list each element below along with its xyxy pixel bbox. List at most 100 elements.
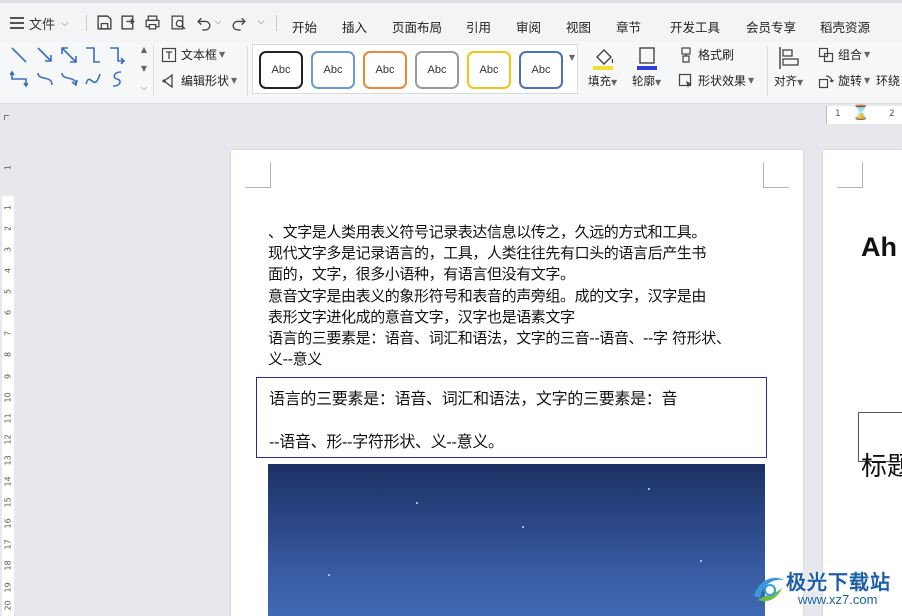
curved-connector-icon[interactable] bbox=[36, 70, 54, 88]
print-icon[interactable] bbox=[142, 12, 162, 32]
ruler-number: 1 bbox=[3, 204, 13, 211]
tab-membership[interactable]: 会员专享 bbox=[746, 17, 796, 36]
print-preview-icon[interactable] bbox=[168, 12, 188, 32]
save-icon[interactable] bbox=[94, 12, 114, 32]
curved-arrow-connector-icon[interactable] bbox=[60, 70, 78, 88]
margin-marker bbox=[837, 162, 863, 188]
file-menu-button[interactable]: 文件 ⌵ bbox=[10, 12, 69, 34]
textbox-icon bbox=[161, 47, 177, 62]
customize-toolbar-icon[interactable]: ⌵ bbox=[254, 12, 268, 32]
wrap-text-button[interactable]: 环绕 bbox=[876, 72, 900, 89]
double-arrow-shape-icon[interactable] bbox=[60, 46, 78, 64]
fill-label: 填充 bbox=[588, 74, 611, 88]
ruler-number: 17 bbox=[3, 539, 13, 550]
arrow-shape-icon[interactable] bbox=[36, 46, 54, 64]
page2-title[interactable]: 标题 bbox=[861, 446, 902, 483]
watermark-logo-icon bbox=[754, 577, 784, 602]
format-painter-button[interactable]: 格式刷 bbox=[678, 46, 734, 63]
document-body[interactable]: 、文字是人类用表义符号记录表达信息以传之，久远的方式和工具。 现代文字多是记录语… bbox=[268, 222, 772, 370]
undo-dropdown-icon[interactable]: ⌵ bbox=[212, 12, 224, 32]
tab-stop-selector[interactable] bbox=[4, 115, 9, 120]
paragraph-line[interactable]: 义--意义 bbox=[268, 349, 772, 370]
double-elbow-connector-icon[interactable] bbox=[10, 70, 28, 88]
page2-heading[interactable]: Ah bbox=[861, 232, 897, 263]
scroll-down-icon[interactable]: ▼ bbox=[141, 64, 147, 73]
star-dot bbox=[328, 574, 330, 576]
star-dot bbox=[700, 560, 702, 562]
textbox-line[interactable]: --语音、形--字符形状、义--意义。 bbox=[269, 428, 504, 452]
tab-page-layout[interactable]: 页面布局 bbox=[392, 17, 442, 36]
chevron-down-icon: ▼ bbox=[219, 50, 226, 59]
text-box-shape[interactable]: 语言的三要素是：语音、词汇和语法，文字的三要素是：音 --语音、形--字符形状、… bbox=[256, 377, 767, 458]
paragraph-line[interactable]: 表形文字进化成的意音文字，汉字也是语素文字 bbox=[268, 307, 772, 328]
chevron-down-icon: ▼ bbox=[864, 50, 871, 59]
tab-references[interactable]: 引用 bbox=[466, 17, 491, 36]
ruler-number: 1 bbox=[835, 109, 841, 119]
inserted-image[interactable] bbox=[268, 464, 765, 616]
shape-style-1[interactable]: Abc bbox=[259, 51, 303, 89]
ruler-number: 2 bbox=[3, 225, 13, 232]
redo-icon[interactable] bbox=[228, 12, 248, 32]
align-button[interactable]: 对齐▼ bbox=[774, 45, 803, 89]
star-dot bbox=[648, 488, 650, 490]
line-shape-icon[interactable] bbox=[10, 46, 28, 64]
tab-review[interactable]: 审阅 bbox=[516, 17, 541, 36]
export-pdf-icon[interactable] bbox=[118, 12, 138, 32]
curve-shape-icon[interactable] bbox=[84, 70, 102, 88]
edit-shape-icon bbox=[162, 73, 173, 88]
shape-style-4[interactable]: Abc bbox=[415, 51, 459, 89]
ruler-number: 5 bbox=[3, 288, 13, 295]
tab-chapter[interactable]: 章节 bbox=[616, 17, 641, 36]
elbow-arrow-connector-icon[interactable] bbox=[108, 46, 126, 64]
rotate-button[interactable]: 旋转 ▼ bbox=[818, 72, 870, 89]
tab-insert[interactable]: 插入 bbox=[342, 17, 367, 36]
expand-gallery-icon[interactable]: ⌵ bbox=[141, 83, 147, 93]
star-dot bbox=[522, 526, 524, 528]
shape-style-2[interactable]: Abc bbox=[311, 51, 355, 89]
horizontal-ruler[interactable]: 1 2 ⌛ bbox=[0, 104, 902, 128]
paragraph-line[interactable]: 面的，文字，很多小语种，有语言但没有文字。 bbox=[268, 264, 772, 285]
tab-view[interactable]: 视图 bbox=[566, 17, 591, 36]
scroll-up-icon[interactable]: ▲ bbox=[141, 45, 147, 54]
star-dot bbox=[416, 502, 418, 504]
ribbon: ▲ ▼ ⌵ 文本框 ▼ 编辑形状 ▼ Abc Abc Abc Abc Abc Abc… bbox=[0, 42, 902, 104]
chevron-down-icon: ▼ bbox=[611, 78, 618, 87]
shape-style-6[interactable]: Abc bbox=[519, 51, 563, 89]
align-icon bbox=[778, 47, 799, 69]
hamburger-icon bbox=[10, 14, 24, 32]
expand-styles-icon[interactable]: ▼ bbox=[569, 53, 575, 62]
paragraph-line[interactable]: 现代文字多是记录语言的，工具，人类往往先有口头的语言后产生书 bbox=[268, 243, 772, 264]
paragraph-line[interactable]: 语言的三要素是：语音、词汇和语法，文字的三音--语音、--字 符形状、 bbox=[268, 328, 772, 349]
edit-shape-button[interactable]: 编辑形状 ▼ bbox=[161, 72, 237, 89]
paragraph-line[interactable]: 、文字是人类用表义符号记录表达信息以传之，久远的方式和工具。 bbox=[268, 222, 772, 243]
shape-gallery-scroll[interactable]: ▲ ▼ ⌵ bbox=[138, 45, 150, 93]
shape-style-5[interactable]: Abc bbox=[467, 51, 511, 89]
textbox-line[interactable]: 语言的三要素是：语音、词汇和语法，文字的三要素是：音 bbox=[269, 385, 678, 409]
ruler-number: 8 bbox=[3, 351, 13, 358]
outline-button[interactable]: 轮廓▼ bbox=[632, 45, 661, 89]
divider bbox=[247, 46, 248, 96]
rotate-icon bbox=[818, 74, 834, 88]
document-page-2[interactable]: Ah 标题 bbox=[823, 150, 902, 616]
chevron-down-icon: ▼ bbox=[864, 76, 871, 85]
ruler-number: 9 bbox=[3, 373, 13, 380]
paragraph-line[interactable]: 意音文字是由表义的象形符号和表音的声旁组。成的文字，汉字是由 bbox=[268, 286, 772, 307]
tab-home[interactable]: 开始 bbox=[292, 17, 317, 36]
fill-button[interactable]: 填充▼ bbox=[588, 45, 617, 89]
indent-marker-icon[interactable]: ⌛ bbox=[852, 106, 869, 120]
ruler-number: 3 bbox=[3, 246, 13, 253]
shape-gallery bbox=[8, 44, 148, 92]
shape-style-3[interactable]: Abc bbox=[363, 51, 407, 89]
align-label: 对齐 bbox=[774, 74, 797, 88]
elbow-connector-icon[interactable] bbox=[84, 46, 102, 64]
group-button[interactable]: 组合 ▼ bbox=[818, 46, 870, 63]
chevron-down-icon: ▼ bbox=[231, 76, 238, 85]
textbox-button[interactable]: 文本框 ▼ bbox=[161, 46, 225, 63]
freeform-shape-icon[interactable] bbox=[108, 70, 126, 88]
tab-developer[interactable]: 开发工具 bbox=[670, 17, 720, 36]
shape-effect-button[interactable]: 形状效果 ▼ bbox=[678, 72, 754, 89]
tab-docer[interactable]: 稻壳资源 bbox=[820, 17, 870, 36]
document-page[interactable]: 、文字是人类用表义符号记录表达信息以传之，久远的方式和工具。 现代文字多是记录语… bbox=[231, 150, 803, 616]
chevron-down-icon: ▼ bbox=[748, 76, 755, 85]
undo-icon[interactable] bbox=[194, 12, 214, 32]
